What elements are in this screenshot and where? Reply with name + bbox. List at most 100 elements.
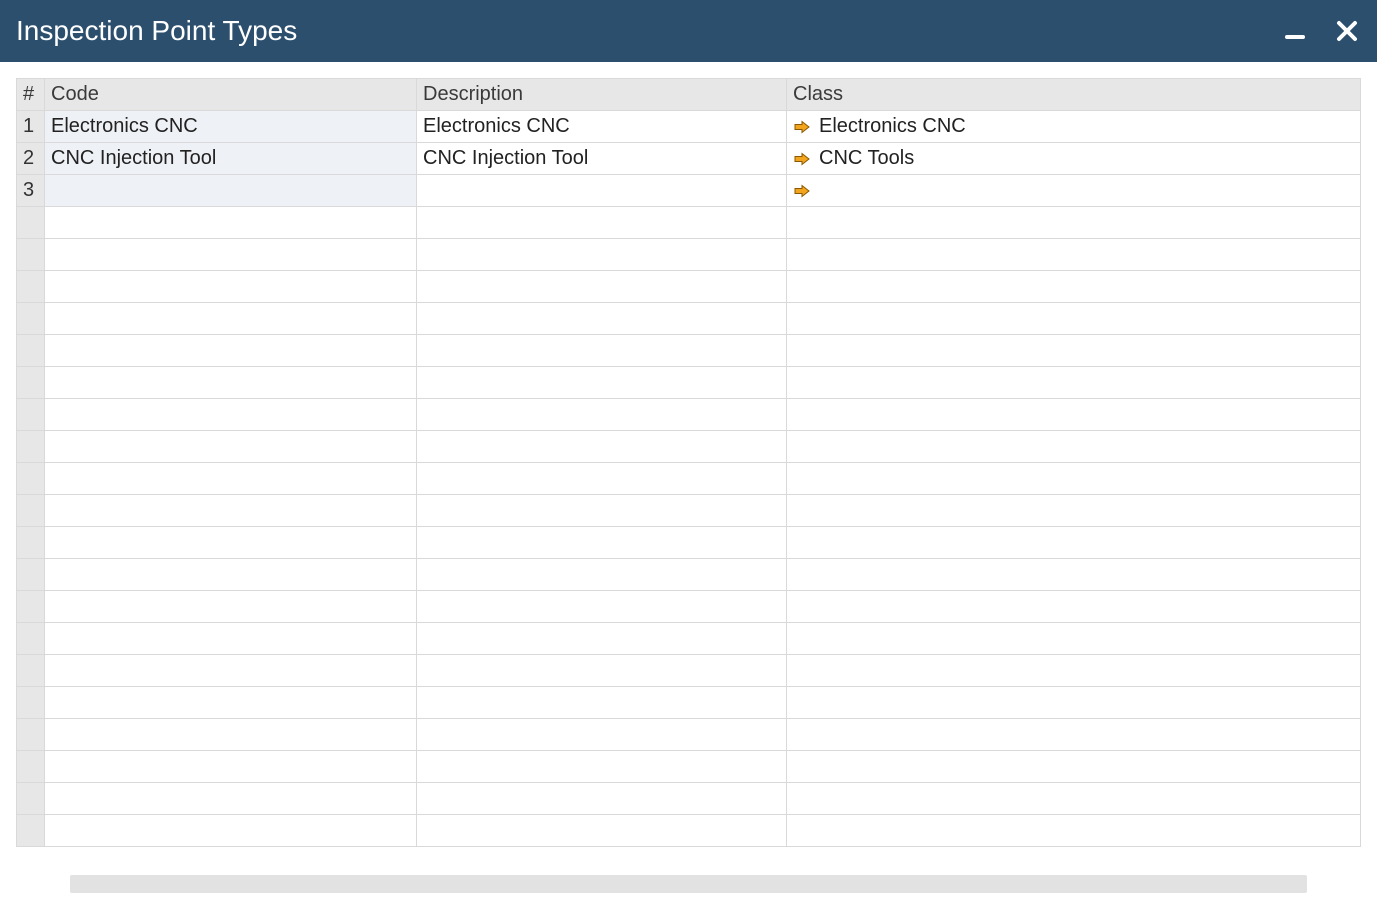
table-row[interactable] xyxy=(17,623,1361,655)
link-arrow-icon[interactable] xyxy=(793,118,811,136)
row-number-cell[interactable] xyxy=(17,399,45,431)
row-number-cell[interactable] xyxy=(17,527,45,559)
class-cell[interactable] xyxy=(787,431,1361,463)
description-cell[interactable] xyxy=(417,815,787,847)
class-cell[interactable] xyxy=(787,591,1361,623)
description-cell[interactable] xyxy=(417,591,787,623)
row-number-cell[interactable] xyxy=(17,783,45,815)
code-cell[interactable] xyxy=(45,175,417,207)
row-number-cell[interactable] xyxy=(17,655,45,687)
row-number-cell[interactable] xyxy=(17,367,45,399)
table-row[interactable] xyxy=(17,751,1361,783)
description-cell[interactable] xyxy=(417,559,787,591)
description-cell[interactable] xyxy=(417,431,787,463)
code-cell[interactable] xyxy=(45,207,417,239)
description-cell[interactable] xyxy=(417,783,787,815)
class-cell[interactable] xyxy=(787,719,1361,751)
code-cell[interactable] xyxy=(45,463,417,495)
code-cell[interactable] xyxy=(45,751,417,783)
code-cell[interactable] xyxy=(45,303,417,335)
class-cell[interactable] xyxy=(787,367,1361,399)
description-cell[interactable] xyxy=(417,239,787,271)
code-cell[interactable]: CNC Injection Tool xyxy=(45,143,417,175)
row-number-cell[interactable] xyxy=(17,815,45,847)
class-cell[interactable] xyxy=(787,527,1361,559)
class-cell[interactable] xyxy=(787,399,1361,431)
row-number-cell[interactable] xyxy=(17,431,45,463)
class-cell[interactable] xyxy=(787,783,1361,815)
row-number-cell[interactable] xyxy=(17,239,45,271)
class-cell[interactable]: Electronics CNC xyxy=(787,111,1361,143)
class-cell[interactable] xyxy=(787,175,1361,207)
code-cell[interactable] xyxy=(45,655,417,687)
class-cell[interactable] xyxy=(787,303,1361,335)
table-row[interactable] xyxy=(17,591,1361,623)
description-cell[interactable] xyxy=(417,303,787,335)
header-num[interactable]: # xyxy=(17,79,45,111)
description-cell[interactable]: Electronics CNC xyxy=(417,111,787,143)
class-cell[interactable] xyxy=(787,239,1361,271)
header-code[interactable]: Code xyxy=(45,79,417,111)
row-number-cell[interactable]: 1 xyxy=(17,111,45,143)
table-row[interactable] xyxy=(17,815,1361,847)
code-cell[interactable] xyxy=(45,783,417,815)
row-number-cell[interactable] xyxy=(17,751,45,783)
table-row[interactable] xyxy=(17,335,1361,367)
code-cell[interactable] xyxy=(45,623,417,655)
table-row[interactable] xyxy=(17,367,1361,399)
description-cell[interactable] xyxy=(417,623,787,655)
row-number-cell[interactable] xyxy=(17,303,45,335)
class-cell[interactable] xyxy=(787,815,1361,847)
table-row[interactable] xyxy=(17,783,1361,815)
description-cell[interactable] xyxy=(417,719,787,751)
class-cell[interactable] xyxy=(787,463,1361,495)
row-number-cell[interactable]: 2 xyxy=(17,143,45,175)
table-row[interactable] xyxy=(17,239,1361,271)
class-cell[interactable] xyxy=(787,335,1361,367)
table-row[interactable] xyxy=(17,271,1361,303)
table-row[interactable] xyxy=(17,431,1361,463)
code-cell[interactable]: Electronics CNC xyxy=(45,111,417,143)
close-button[interactable] xyxy=(1333,17,1361,45)
table-row[interactable] xyxy=(17,495,1361,527)
table-row[interactable] xyxy=(17,207,1361,239)
table-row[interactable] xyxy=(17,303,1361,335)
row-number-cell[interactable] xyxy=(17,495,45,527)
description-cell[interactable] xyxy=(417,399,787,431)
code-cell[interactable] xyxy=(45,815,417,847)
table-row[interactable]: 2CNC Injection ToolCNC Injection ToolCNC… xyxy=(17,143,1361,175)
row-number-cell[interactable] xyxy=(17,207,45,239)
header-class[interactable]: Class xyxy=(787,79,1361,111)
link-arrow-icon[interactable] xyxy=(793,150,811,168)
description-cell[interactable] xyxy=(417,687,787,719)
code-cell[interactable] xyxy=(45,335,417,367)
table-row[interactable] xyxy=(17,527,1361,559)
table-row[interactable] xyxy=(17,719,1361,751)
class-cell[interactable] xyxy=(787,207,1361,239)
table-row[interactable]: 1Electronics CNCElectronics CNCElectroni… xyxy=(17,111,1361,143)
class-cell[interactable] xyxy=(787,559,1361,591)
code-cell[interactable] xyxy=(45,719,417,751)
description-cell[interactable] xyxy=(417,463,787,495)
horizontal-scrollbar[interactable] xyxy=(70,875,1307,893)
class-cell[interactable] xyxy=(787,623,1361,655)
description-cell[interactable] xyxy=(417,335,787,367)
code-cell[interactable] xyxy=(45,431,417,463)
table-row[interactable] xyxy=(17,655,1361,687)
class-cell[interactable] xyxy=(787,655,1361,687)
description-cell[interactable] xyxy=(417,271,787,303)
row-number-cell[interactable] xyxy=(17,591,45,623)
code-cell[interactable] xyxy=(45,591,417,623)
table-row[interactable] xyxy=(17,687,1361,719)
description-cell[interactable]: CNC Injection Tool xyxy=(417,143,787,175)
code-cell[interactable] xyxy=(45,527,417,559)
code-cell[interactable] xyxy=(45,495,417,527)
row-number-cell[interactable] xyxy=(17,687,45,719)
code-cell[interactable] xyxy=(45,367,417,399)
table-row[interactable] xyxy=(17,463,1361,495)
row-number-cell[interactable] xyxy=(17,271,45,303)
code-cell[interactable] xyxy=(45,399,417,431)
row-number-cell[interactable] xyxy=(17,719,45,751)
class-cell[interactable] xyxy=(787,495,1361,527)
minimize-button[interactable] xyxy=(1281,17,1309,45)
